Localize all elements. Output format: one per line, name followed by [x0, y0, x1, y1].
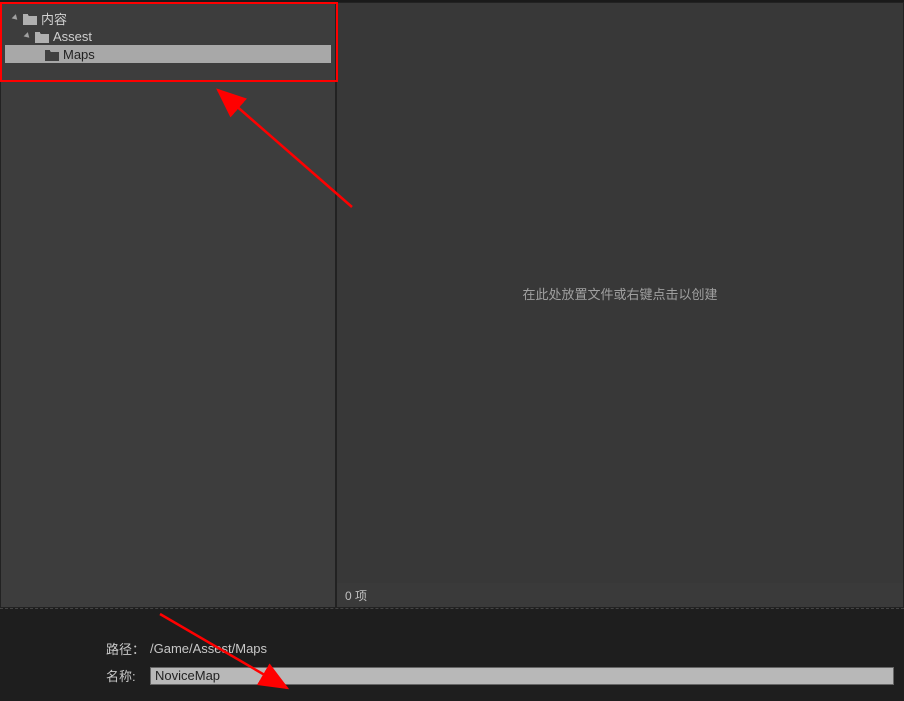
- tree-item-content[interactable]: 内容: [5, 9, 331, 27]
- name-row: 名称:: [10, 666, 894, 685]
- tree-item-maps[interactable]: Maps: [5, 45, 331, 63]
- path-value: /Game/Assest/Maps: [150, 641, 267, 656]
- drop-hint-text: 在此处放置文件或右键点击以创建: [522, 284, 717, 303]
- folder-icon: [35, 31, 49, 42]
- name-input[interactable]: [150, 667, 894, 685]
- tree-item-assest[interactable]: Assest: [5, 27, 331, 45]
- tree-item-label: 内容: [41, 9, 67, 28]
- bottom-form-section: 路径： /Game/Assest/Maps 名称:: [0, 608, 904, 701]
- folder-icon: [23, 13, 37, 24]
- item-count: 0 项: [345, 589, 367, 603]
- tree-item-label: Assest: [53, 29, 92, 44]
- folder-tree-panel: 内容 Assest Maps: [1, 3, 337, 607]
- tree-item-label: Maps: [63, 47, 95, 62]
- folder-icon: [45, 49, 59, 60]
- name-label: 名称:: [10, 666, 150, 685]
- expand-arrow-icon[interactable]: [25, 32, 33, 40]
- expand-arrow-icon[interactable]: [13, 14, 21, 22]
- content-status-bar: 0 项: [337, 583, 903, 607]
- top-section: 内容 Assest Maps: [0, 2, 904, 608]
- tree-content: 内容 Assest Maps: [1, 3, 335, 69]
- content-panel: 在此处放置文件或右键点击以创建 0 项: [337, 3, 903, 607]
- path-row: 路径： /Game/Assest/Maps: [10, 639, 894, 658]
- content-drop-area[interactable]: 在此处放置文件或右键点击以创建: [337, 3, 903, 583]
- path-label: 路径：: [10, 639, 150, 658]
- main-container: 内容 Assest Maps: [0, 0, 904, 701]
